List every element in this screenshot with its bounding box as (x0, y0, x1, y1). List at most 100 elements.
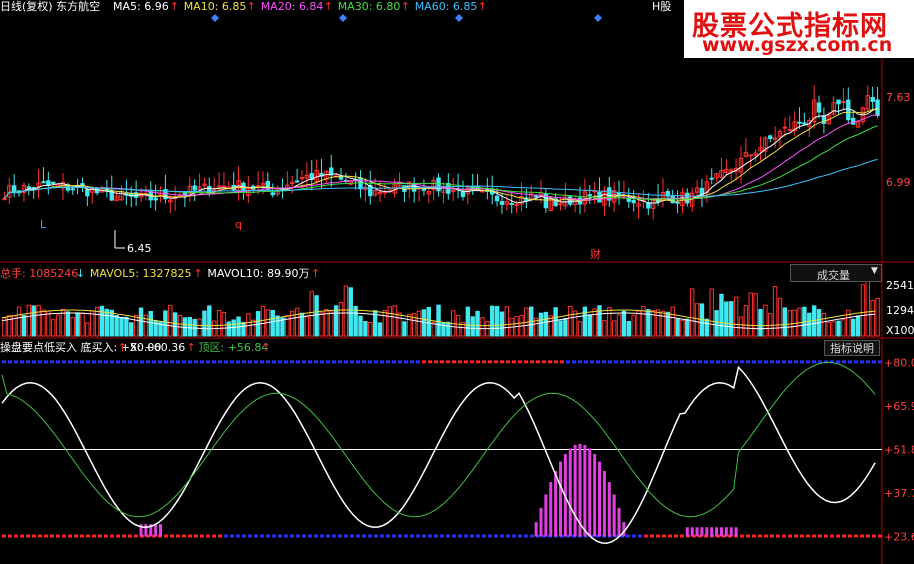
top-band-dot (650, 360, 654, 364)
bottom-band-dot (650, 534, 654, 538)
top-band-dot (524, 360, 528, 364)
top-band-dot (482, 360, 486, 364)
volume-bar (177, 314, 183, 337)
volume-bar (855, 315, 861, 337)
volume-bar (494, 305, 500, 337)
volume-indicator-dropdown[interactable]: 成交量 ▼ (790, 264, 882, 282)
bottom-band-dot (770, 534, 774, 538)
volume-bar (675, 318, 680, 337)
top-band-dot (584, 360, 588, 364)
top-band-dot (398, 360, 402, 364)
bottom-band-dot (836, 534, 840, 538)
volume-bar (777, 297, 783, 337)
candle-body (494, 195, 500, 202)
bottom-band-dot (482, 534, 486, 538)
bottom-band-dot (176, 534, 180, 538)
top-band-dot (272, 360, 276, 364)
top-band-dot (590, 360, 594, 364)
bottom-band-dot (62, 534, 66, 538)
volume-bar (631, 314, 636, 337)
indicator-legend-2: 顶区: +56.84 (199, 341, 269, 354)
volume-bar (65, 311, 71, 337)
volume-bar (377, 322, 383, 337)
volume-bar (826, 321, 831, 337)
top-band-dot (230, 360, 234, 364)
candle-body (85, 189, 90, 197)
volume-bar (611, 320, 617, 337)
top-band-dot (344, 360, 348, 364)
bottom-band-dot (632, 534, 636, 538)
candle-body (836, 99, 841, 105)
candle-body (299, 177, 305, 180)
indicator-help-button[interactable]: 指标说明 (824, 340, 880, 356)
bottom-band-dot (86, 534, 90, 538)
top-band-dot (644, 360, 648, 364)
top-band-dot (470, 360, 474, 364)
volume-bar (875, 297, 880, 337)
top-band-dot (452, 360, 456, 364)
up-arrow-icon: ↑ (311, 267, 320, 280)
top-band-dot (716, 360, 720, 364)
top-band-dot (788, 360, 792, 364)
stock-chart[interactable]: 日线(复权) 东方航空 MA5: 6.96 ↑ MA10: 6.85 ↑ MA20: 6.… (0, 0, 914, 564)
volume-bar (821, 312, 827, 337)
up-arrow-icon: ↑ (401, 0, 410, 13)
top-band-dot (320, 360, 324, 364)
dropdown-label: 成交量 (817, 269, 850, 282)
top-band-dot (188, 360, 192, 364)
bottom-band-dot (662, 534, 666, 538)
top-band-dot (698, 360, 702, 364)
candle-body (846, 99, 851, 121)
bottom-band-dot (344, 534, 348, 538)
top-band-dot (32, 360, 36, 364)
bottom-band-dot (110, 534, 114, 538)
volume-bar (231, 319, 236, 337)
top-band-dot (158, 360, 162, 364)
candle-body (192, 185, 197, 191)
bottom-band-dot (644, 534, 648, 538)
candle-body (402, 185, 407, 192)
volume-bar (743, 305, 749, 337)
bottom-band-dot (368, 534, 372, 538)
top-band-dot (164, 360, 168, 364)
watermark-url: www.gszx.com.cn (702, 34, 893, 56)
top-band-dot (770, 360, 774, 364)
top-band-dot (182, 360, 186, 364)
indicator-axis-label: +37.7 (884, 487, 914, 500)
top-band-dot (152, 360, 156, 364)
bottom-band-dot (320, 534, 324, 538)
volume-bar (724, 301, 729, 337)
top-band-dot (458, 360, 462, 364)
price-marker-1: q (235, 218, 242, 231)
top-band-dot (50, 360, 54, 364)
top-band-dot (380, 360, 384, 364)
top-band-dot (200, 360, 204, 364)
bottom-band-dot (428, 534, 432, 538)
top-band-dot (206, 360, 210, 364)
ma-legend-4: MA60: 6.85 (415, 0, 478, 13)
volume-bar (148, 310, 153, 337)
watermark-logo: 股票公式指标网 www.gszx.com.cn (684, 0, 914, 58)
top-band-dot (332, 360, 336, 364)
top-band-dot (680, 360, 684, 364)
top-band-dot (620, 360, 624, 364)
top-band-dot (800, 360, 804, 364)
top-band-dot (338, 360, 342, 364)
bottom-band-dot (266, 534, 270, 538)
volume-bar (304, 316, 310, 337)
volume-bar (704, 318, 710, 337)
volume-bar (733, 296, 739, 337)
bottom-band-dot (626, 534, 630, 538)
top-band-dot (116, 360, 120, 364)
top-band-dot (566, 360, 570, 364)
top-band-dot (722, 360, 726, 364)
top-band-dot (602, 360, 606, 364)
top-band-dot (134, 360, 138, 364)
volume-bar (626, 320, 632, 337)
volume-bar (719, 293, 724, 337)
volume-axis-label: 2541 (886, 279, 914, 292)
volume-bar (841, 319, 846, 337)
volume-bar (729, 301, 734, 337)
volume-bar (104, 308, 110, 337)
top-band-dot (710, 360, 714, 364)
